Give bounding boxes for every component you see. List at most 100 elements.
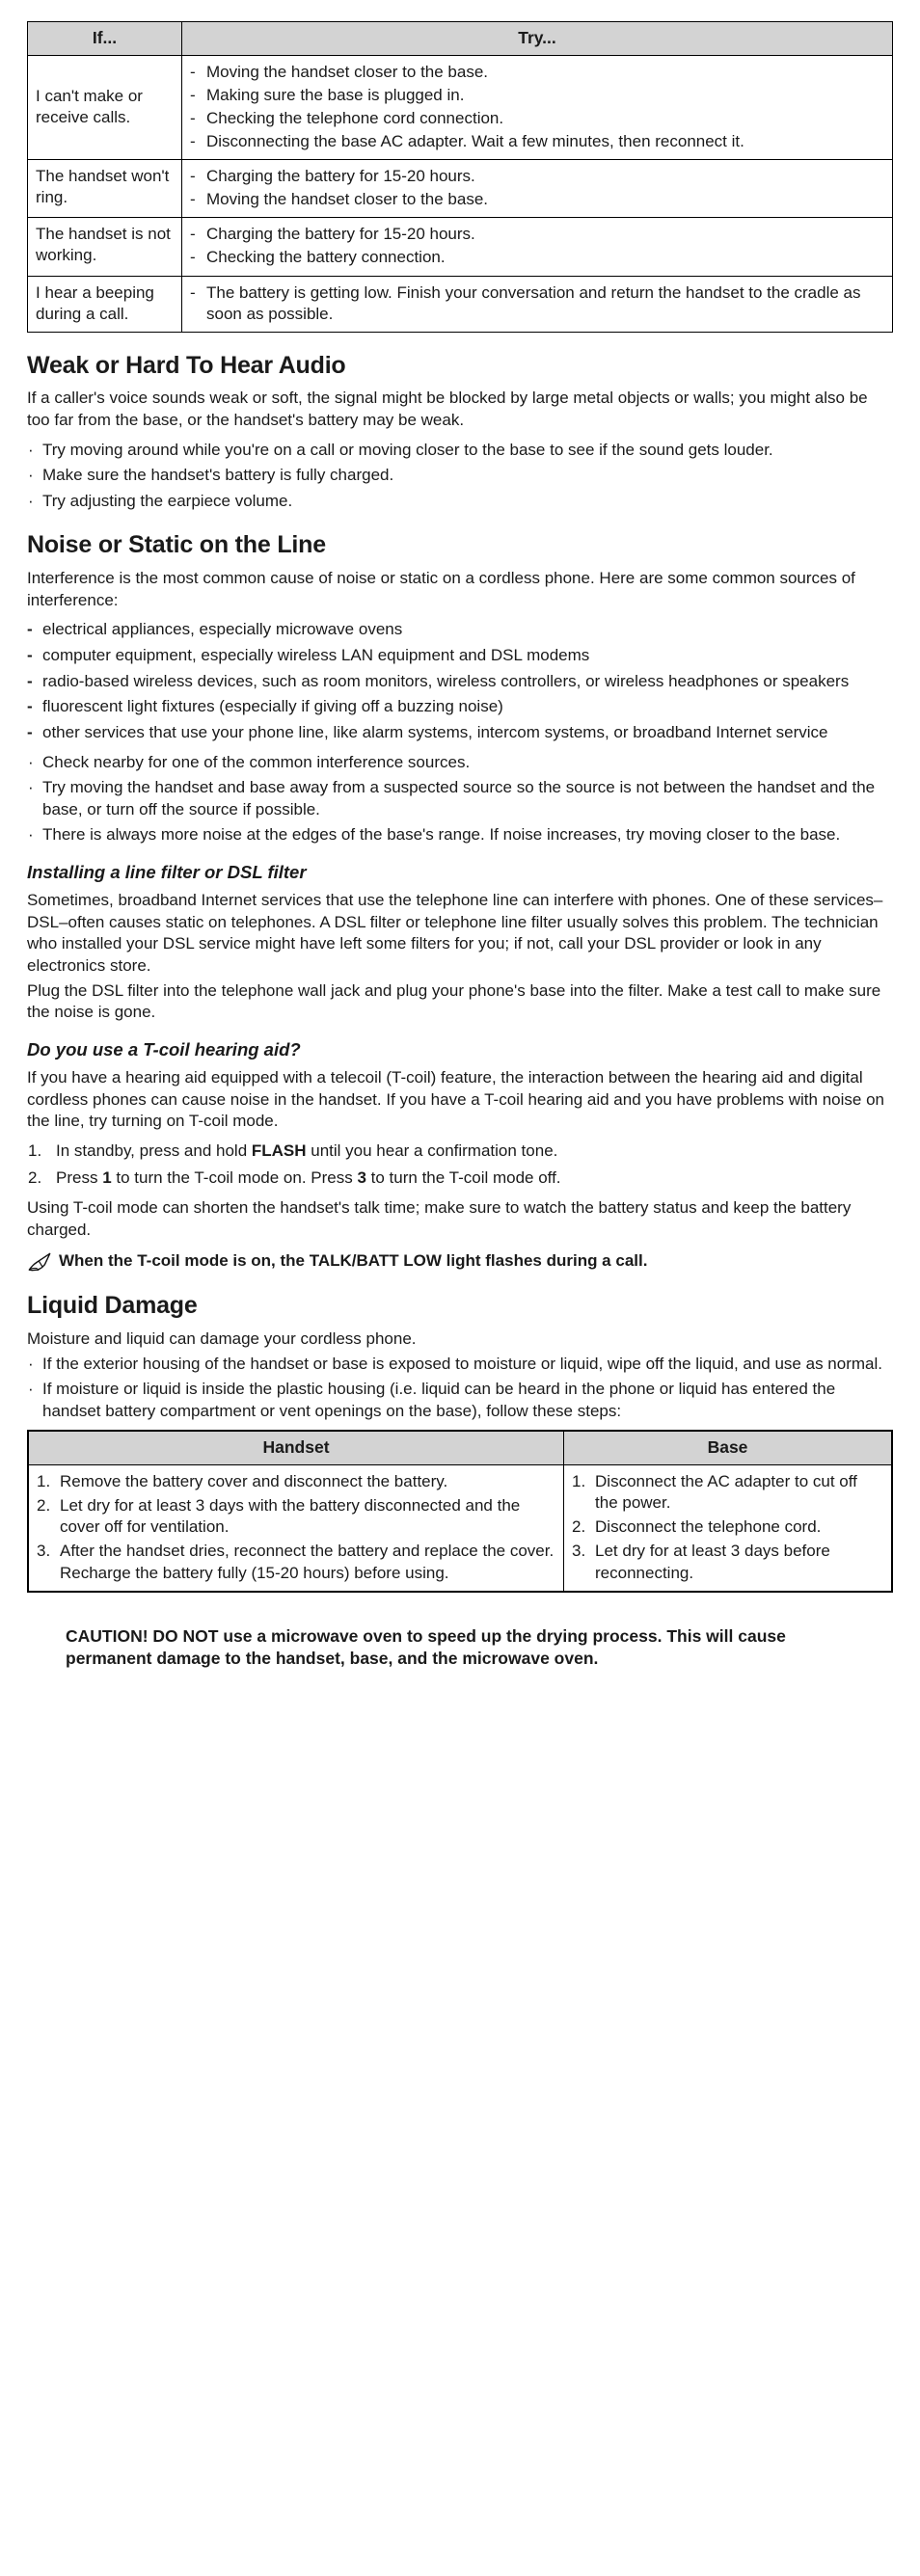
list-item: · Try moving around while you're on a cal… bbox=[27, 440, 893, 462]
troubleshooting-table-head: If... Try... bbox=[27, 21, 893, 56]
section-title-noise-static: Noise or Static on the Line bbox=[27, 531, 326, 559]
list-item: - Making sure the base is plugged in. bbox=[190, 85, 884, 106]
list-item: · Try adjusting the earpiece volume. bbox=[27, 491, 893, 513]
list-item: - Charging the battery for 15-20 hours. bbox=[190, 166, 884, 187]
step-number: 2. bbox=[28, 1168, 42, 1188]
noise-source-list: - electrical appliances, especially micro… bbox=[27, 619, 893, 743]
weak-audio-intro: If a caller's voice sounds weak or soft,… bbox=[27, 389, 868, 430]
step-number: 1. bbox=[572, 1472, 586, 1491]
list-item-text: computer equipment, especially wireless … bbox=[42, 646, 590, 665]
remedy-list: - Moving the handset closer to the base. -… bbox=[190, 62, 884, 152]
list-item: · Make sure the handset's battery is full… bbox=[27, 465, 893, 487]
list-item-text: Checking the battery connection. bbox=[206, 248, 446, 267]
procedure-step: 3. After the handset dries, reconnect the… bbox=[37, 1541, 555, 1583]
issue-cell: I can't make or receive calls. bbox=[27, 54, 182, 161]
table-header-row: If... Try... bbox=[27, 21, 893, 56]
tcoil-step-list: 1. In standby, press and hold FLASH until… bbox=[27, 1140, 893, 1190]
list-item: - Moving the handset closer to the base. bbox=[190, 189, 884, 210]
list-item: - Checking the battery connection. bbox=[190, 247, 884, 268]
step-number: 3. bbox=[572, 1542, 586, 1561]
liquid-table-head: Handset Base bbox=[27, 1430, 893, 1466]
caution-text: CAUTION! DO NOT use a microwave oven to … bbox=[66, 1625, 864, 1672]
list-item-text: If the exterior housing of the handset o… bbox=[42, 1354, 882, 1373]
caution-lead: CAUTION! DO NOT bbox=[66, 1625, 219, 1646]
list-item-text: other services that use your phone line,… bbox=[42, 722, 828, 741]
list-item: - Charging the battery for 15-20 hours. bbox=[190, 224, 884, 245]
interference-source-item: - electrical appliances, especially micro… bbox=[27, 619, 893, 641]
list-item: · If moisture or liquid is inside the pla… bbox=[27, 1379, 893, 1422]
step-key-label: 3 bbox=[357, 1168, 366, 1188]
table-row: I can't make or receive calls. - Moving th… bbox=[27, 54, 893, 161]
list-item-text: Moving the handset closer to the base. bbox=[206, 190, 489, 209]
bullet-marker: · bbox=[28, 778, 34, 797]
tcoil-closing: Using T-coil mode can shorten the handse… bbox=[27, 1198, 852, 1239]
procedure-step: 1. Disconnect the AC adapter to cut off t… bbox=[572, 1471, 883, 1514]
step-number: 2. bbox=[572, 1517, 586, 1537]
section-title-liquid-damage: Liquid Damage bbox=[27, 1292, 198, 1320]
document-page: If... Try... I can't make or receive cal… bbox=[0, 0, 920, 2576]
list-item-text: radio-based wireless devices, such as ro… bbox=[42, 671, 850, 690]
list-item-text: Checking the telephone cord connection. bbox=[206, 108, 504, 127]
list-item: - The battery is getting low. Finish your… bbox=[190, 282, 884, 325]
table-row: I hear a beeping during a call. - The batt… bbox=[27, 275, 893, 333]
column-header-handset: Handset bbox=[27, 1430, 565, 1466]
dash-marker: - bbox=[27, 671, 33, 690]
liquid-damage-bullet-list: · If the exterior housing of the handset … bbox=[27, 1354, 893, 1423]
dash-marker: - bbox=[27, 620, 33, 639]
step-text: until you hear a confirmation tone. bbox=[306, 1140, 558, 1160]
noise-tip-item: · There is always more noise at the edges… bbox=[27, 824, 893, 846]
section-title-weak-audio: Weak or Hard To Hear Audio bbox=[27, 351, 346, 379]
table-row: 1. Remove the battery cover and disconnec… bbox=[27, 1464, 893, 1593]
step-number: 1. bbox=[28, 1140, 42, 1160]
liquid-damage-table: Handset Base 1. Remove the battery cover … bbox=[27, 1430, 893, 1593]
dash-marker: - bbox=[190, 282, 196, 302]
dash-marker: - bbox=[190, 248, 196, 267]
list-item-text: Try moving around while you're on a call… bbox=[42, 440, 773, 459]
tcoil-step: 1. In standby, press and hold FLASH until… bbox=[27, 1140, 893, 1163]
procedure-step: 2. Disconnect the telephone cord. bbox=[572, 1516, 883, 1538]
remedy-cell: - Charging the battery for 15-20 hours. - C… bbox=[181, 217, 893, 277]
list-item-text: The battery is getting low. Finish your … bbox=[206, 282, 861, 323]
line-filter-paragraph-1: Sometimes, broadband Internet services t… bbox=[27, 891, 883, 975]
remedy-cell: - Charging the battery for 15-20 hours. - M… bbox=[181, 159, 893, 219]
tcoil-note-text: When the T-coil mode is on, the TALK/BAT… bbox=[59, 1251, 648, 1271]
bullet-marker: · bbox=[28, 1354, 34, 1373]
procedure-step: 1. Remove the battery cover and disconnec… bbox=[37, 1471, 555, 1492]
table-row: The handset is not working. - Charging the… bbox=[27, 217, 893, 277]
dash-marker: - bbox=[27, 697, 33, 716]
list-item: - Moving the handset closer to the base. bbox=[190, 62, 884, 83]
table-header-row: Handset Base bbox=[27, 1430, 893, 1466]
list-item: - Checking the telephone cord connection. bbox=[190, 108, 884, 129]
dash-marker: - bbox=[190, 225, 196, 244]
step-text: to turn the T-coil mode on. Press bbox=[111, 1168, 358, 1188]
tcoil-note: When the T-coil mode is on, the TALK/BAT… bbox=[27, 1250, 893, 1273]
list-item: - Disconnecting the base AC adapter. Wait… bbox=[190, 131, 884, 152]
step-text: to turn the T-coil mode off. bbox=[365, 1168, 561, 1188]
dash-marker: - bbox=[190, 132, 196, 151]
bullet-marker: · bbox=[28, 1380, 34, 1399]
interference-source-item: - fluorescent light fixtures (especially … bbox=[27, 696, 893, 718]
interference-source-item: - radio-based wireless devices, such as r… bbox=[27, 671, 893, 693]
list-item-text: If moisture or liquid is inside the plas… bbox=[42, 1380, 836, 1420]
list-item-text: Try adjusting the earpiece volume. bbox=[42, 491, 293, 510]
caution-block: CAUTION! DO NOT use a microwave oven to … bbox=[27, 1625, 893, 1672]
tcoil-intro: If you have a hearing aid equipped with … bbox=[27, 1067, 884, 1131]
list-item-text: Making sure the base is plugged in. bbox=[206, 85, 465, 104]
dash-marker: - bbox=[190, 167, 196, 186]
list-item-text: Disconnecting the base AC adapter. Wait … bbox=[206, 132, 744, 151]
subsection-title-tcoil: Do you use a T-coil hearing aid? bbox=[27, 1038, 301, 1060]
step-key-label: FLASH bbox=[251, 1140, 307, 1160]
subsection-title-line-filter: Installing a line filter or DSL filter bbox=[27, 861, 307, 882]
list-item-text: electrical appliances, especially microw… bbox=[42, 620, 403, 639]
interference-source-item: - other services that use your phone line… bbox=[27, 722, 893, 744]
step-text: Let dry for at least 3 days before recon… bbox=[595, 1542, 830, 1582]
remedy-cell: - The battery is getting low. Finish your… bbox=[181, 275, 893, 333]
issue-cell: The handset is not working. bbox=[27, 217, 182, 277]
base-steps-cell: 1. Disconnect the AC adapter to cut off t… bbox=[563, 1464, 893, 1593]
dash-marker: - bbox=[190, 85, 196, 104]
remedy-list: - Charging the battery for 15-20 hours. - M… bbox=[190, 166, 884, 210]
dash-marker: - bbox=[27, 722, 33, 741]
dash-marker: - bbox=[190, 190, 196, 209]
list-item: · If the exterior housing of the handset … bbox=[27, 1354, 893, 1376]
step-key-label: 1 bbox=[102, 1168, 112, 1188]
